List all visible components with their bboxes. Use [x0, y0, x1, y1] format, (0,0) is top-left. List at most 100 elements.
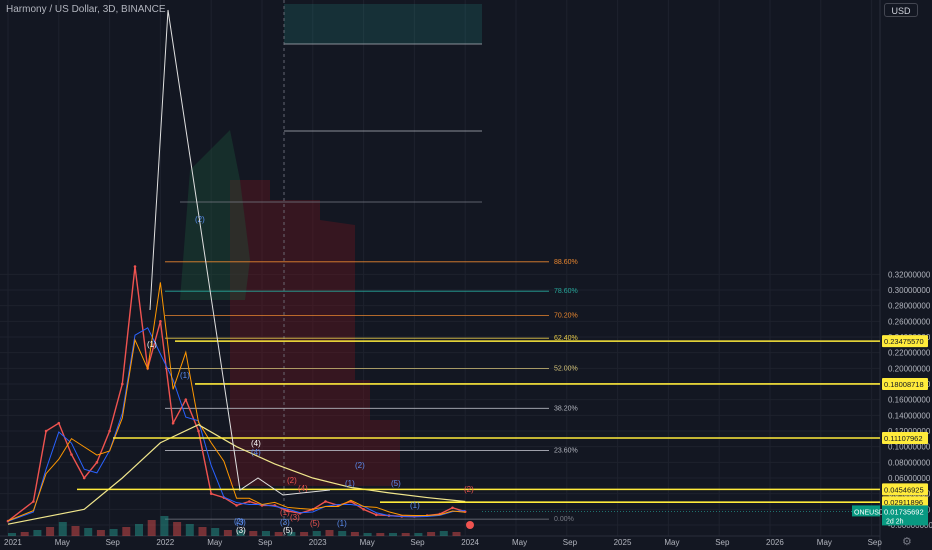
- x-tick-label: 2026: [766, 538, 784, 547]
- volume-bar: [350, 532, 359, 536]
- volume-bar: [71, 526, 80, 536]
- y-tick-label: 0.22000000: [888, 349, 931, 358]
- fib-level-label: 78.60%: [554, 288, 578, 295]
- wave-label: (2): [287, 476, 297, 485]
- volume-bar: [274, 532, 283, 536]
- countdown-label: 2d 2h: [886, 518, 904, 525]
- horizontal-level-value: 0.11107962: [884, 434, 923, 443]
- position-box: [284, 4, 482, 44]
- plot-area: [0, 0, 880, 536]
- wave-label: (1): [180, 371, 190, 380]
- volume-bar: [223, 530, 232, 536]
- y-tick-label: 0.20000000: [888, 364, 931, 373]
- y-tick-label: 0.06000000: [888, 474, 931, 483]
- x-tick-label: Sep: [868, 538, 883, 547]
- price-point: [133, 265, 137, 268]
- volume-bar: [414, 533, 423, 536]
- currency-selector[interactable]: USD: [884, 3, 918, 17]
- volume-bar: [376, 533, 385, 536]
- volume-bar: [122, 527, 131, 536]
- volume-bar: [58, 522, 67, 536]
- x-tick-label: 2024: [461, 538, 479, 547]
- volume-bar: [160, 516, 169, 536]
- wave-label: (1): [345, 479, 355, 488]
- volume-bar: [338, 531, 347, 536]
- wave-label: (4): [251, 448, 261, 457]
- price-point: [44, 429, 48, 433]
- price-point: [32, 500, 35, 503]
- price-point: [70, 453, 73, 456]
- x-tick-label: 2022: [156, 538, 174, 547]
- x-tick-label: Sep: [410, 538, 425, 547]
- x-tick-label: Sep: [715, 538, 730, 547]
- y-tick-label: 0.30000000: [888, 286, 931, 295]
- volume-bar: [20, 532, 29, 536]
- price-point: [57, 421, 61, 425]
- wave-label: (5): [283, 526, 293, 535]
- price-point: [171, 421, 175, 425]
- price-point: [82, 476, 86, 480]
- volume-bar: [33, 530, 42, 536]
- volume-bar: [135, 524, 143, 536]
- price-point: [121, 382, 124, 386]
- x-tick-label: Sep: [258, 538, 273, 547]
- volume-bar: [363, 533, 372, 536]
- x-tick-label: May: [817, 538, 832, 547]
- y-tick-label: 0.32000000: [888, 270, 931, 279]
- chart-title: Harmony / US Dollar, 3D, BINANCE: [6, 4, 166, 15]
- x-tick-label: Sep: [563, 538, 578, 547]
- x-tick-label: 2025: [614, 538, 632, 547]
- price-chart[interactable]: 0.32000000 0.30000000 0.28000000 0.26000000…: [0, 0, 932, 550]
- fib-level-label: 0.00%: [554, 516, 574, 523]
- x-tick-label: May: [207, 538, 222, 547]
- price-point: [95, 461, 99, 464]
- wave-label: (1): [337, 519, 347, 528]
- price-point: [324, 500, 327, 503]
- volume-bar: [300, 532, 309, 536]
- volume-bar: [96, 530, 105, 536]
- x-tick-label: May: [360, 538, 375, 547]
- price-point: [362, 508, 365, 511]
- wave-label: (3): [280, 518, 290, 527]
- x-tick-label: May: [55, 538, 70, 547]
- volume-bar: [401, 533, 410, 536]
- y-tick-label: 0.26000000: [888, 317, 931, 326]
- x-tick-label: May: [512, 538, 527, 547]
- volume-bar: [84, 528, 93, 536]
- wave-label: (3): [290, 513, 300, 522]
- wave-label: (4): [298, 484, 308, 493]
- fib-level-label: 88.60%: [554, 259, 578, 266]
- wave-label: (1): [410, 501, 420, 510]
- price-point: [197, 429, 200, 433]
- event-marker-icon: [466, 521, 474, 529]
- wave-label: (1): [280, 508, 290, 517]
- wave-label: (3): [236, 518, 246, 527]
- volume-bar: [211, 528, 220, 536]
- volume-bar: [249, 531, 258, 536]
- gear-icon[interactable]: ⚙: [902, 535, 912, 548]
- volume-bar: [173, 522, 182, 536]
- volume-bar: [262, 531, 270, 536]
- wave-label: (5): [310, 519, 320, 528]
- horizontal-level-value: 0.23475570: [884, 337, 924, 346]
- volume-bar: [325, 530, 334, 536]
- wave-label: (4): [251, 439, 261, 448]
- volume-bar: [439, 531, 448, 536]
- wave-label: (1): [147, 340, 157, 349]
- x-tick-label: 2023: [309, 538, 327, 547]
- price-point: [451, 506, 454, 510]
- fib-level-label: 70.20%: [554, 312, 578, 319]
- fib-level-label: 23.60%: [554, 448, 578, 455]
- volume-bar: [389, 533, 397, 536]
- x-tick-label: 2021: [4, 538, 22, 547]
- volume-bar: [452, 532, 461, 536]
- volume-bar: [147, 520, 156, 536]
- wave-label: (2): [355, 461, 365, 470]
- y-tick-label: 0.28000000: [888, 302, 931, 311]
- price-point: [235, 504, 238, 507]
- volume-bar: [198, 527, 207, 536]
- x-tick-label: Sep: [106, 538, 121, 547]
- volume-bar: [109, 529, 118, 536]
- symbol-label: ONEUSD: [854, 509, 884, 516]
- y-tick-label: 0.14000000: [888, 411, 931, 420]
